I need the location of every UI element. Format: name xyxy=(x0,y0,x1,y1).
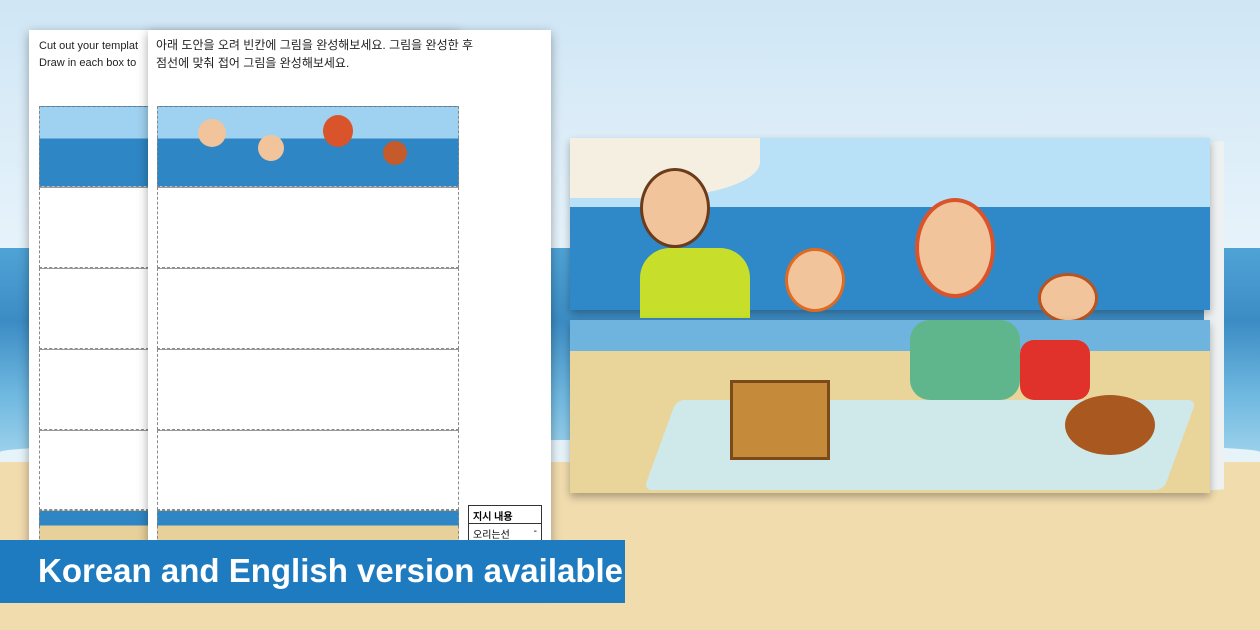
picture-strip-top xyxy=(39,106,149,187)
blank-box-1 xyxy=(157,187,459,268)
mom-figure xyxy=(323,115,353,147)
picture-strip-top xyxy=(157,106,459,187)
instruction-row-label: 오리는선 xyxy=(473,530,510,541)
instruction-box-title: 지시 내용 xyxy=(469,506,541,524)
dad-head xyxy=(640,168,710,248)
boy-head xyxy=(1038,273,1098,323)
korean-worksheet: 아래 도안을 오려 빈칸에 그림을 완성해보세요. 그림을 완성한 후 점선에 … xyxy=(148,30,551,590)
banner-text: Korean and English version available xyxy=(38,552,624,589)
dad-figure xyxy=(198,119,226,147)
english-instructions: Cut out your templat Draw in each box to xyxy=(39,40,139,69)
blank-box-4 xyxy=(157,430,459,510)
blank-box-2 xyxy=(39,268,149,349)
mom-head xyxy=(915,198,995,298)
blank-box-4 xyxy=(39,430,149,510)
blank-box-1 xyxy=(39,187,149,268)
girl-figure xyxy=(258,135,284,161)
folded-picnic-card xyxy=(570,138,1224,493)
mom-swimsuit xyxy=(910,320,1020,400)
dog xyxy=(1065,395,1155,455)
card-top-panel xyxy=(570,138,1210,323)
instruction-row-value: - xyxy=(533,526,537,537)
boy-shirt xyxy=(1020,340,1090,400)
korean-instructions: 아래 도안을 오려 빈칸에 그림을 완성해보세요. 그림을 완성한 후 점선에 … xyxy=(156,38,474,70)
picnic-basket xyxy=(730,380,830,460)
version-banner: Korean and English version available xyxy=(0,540,625,603)
blank-box-2 xyxy=(157,268,459,349)
card-bottom-panel xyxy=(570,320,1210,493)
girl-head xyxy=(785,248,845,312)
dad-shirt xyxy=(640,248,750,318)
blank-box-3 xyxy=(157,349,459,430)
boy-figure xyxy=(383,141,407,165)
blank-box-3 xyxy=(39,349,149,430)
instruction-box: 지시 내용 오리는선 - xyxy=(468,505,542,543)
